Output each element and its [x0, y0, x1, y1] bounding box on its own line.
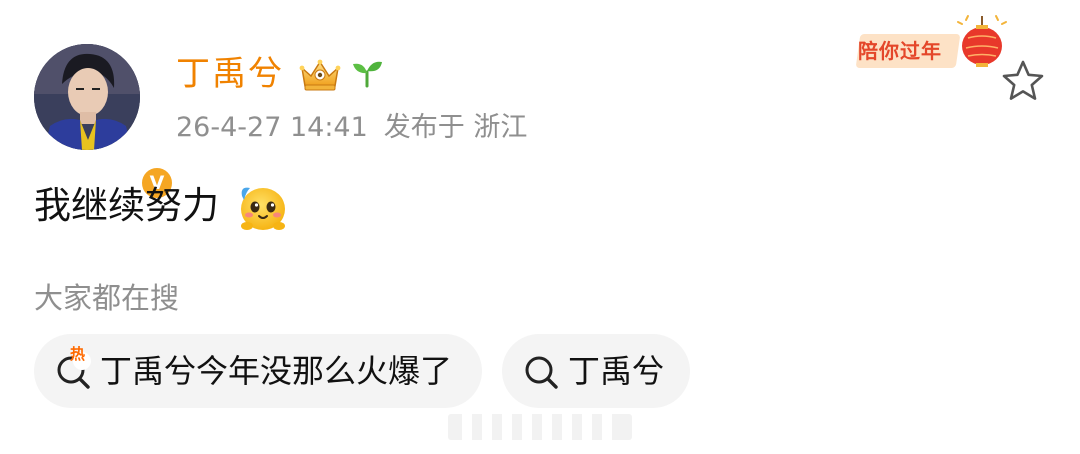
user-name[interactable]: 丁禹兮	[176, 52, 284, 96]
crown-icon[interactable]	[297, 56, 343, 92]
hot-tag: 热	[70, 345, 86, 363]
weibo-post-card: V 丁禹兮 26-4-27 14:41 发布于 浙江 陪你过年 我继续努力 大家…	[0, 0, 1080, 454]
avatar-container[interactable]: V	[34, 44, 176, 202]
festival-label: 陪你过年	[858, 39, 942, 63]
post-meta: 26-4-27 14:41 发布于 浙江	[176, 108, 527, 148]
search-chip-hot[interactable]: 热 丁禹兮今年没那么火爆了	[34, 334, 482, 408]
post-text: 我继续努力	[34, 184, 219, 227]
search-chip-text: 丁禹兮	[568, 352, 665, 390]
image-pager-indicator	[448, 414, 632, 440]
post-timestamp: 26-4-27 14:41	[176, 112, 368, 143]
festival-badge[interactable]: 陪你过年	[854, 14, 1010, 70]
star-icon[interactable]	[1000, 58, 1046, 104]
search-chip[interactable]: 丁禹兮	[502, 334, 690, 408]
avatar[interactable]	[34, 44, 140, 150]
trending-searches-label: 大家都在搜	[34, 281, 180, 315]
post-location: 浙江	[473, 112, 528, 143]
search-chip-text: 丁禹兮今年没那么火爆了	[100, 352, 453, 390]
sprout-icon[interactable]	[350, 58, 384, 88]
location-prefix: 发布于	[383, 112, 465, 143]
blushing-face-emoji-icon	[241, 187, 285, 230]
search-icon	[525, 356, 558, 389]
